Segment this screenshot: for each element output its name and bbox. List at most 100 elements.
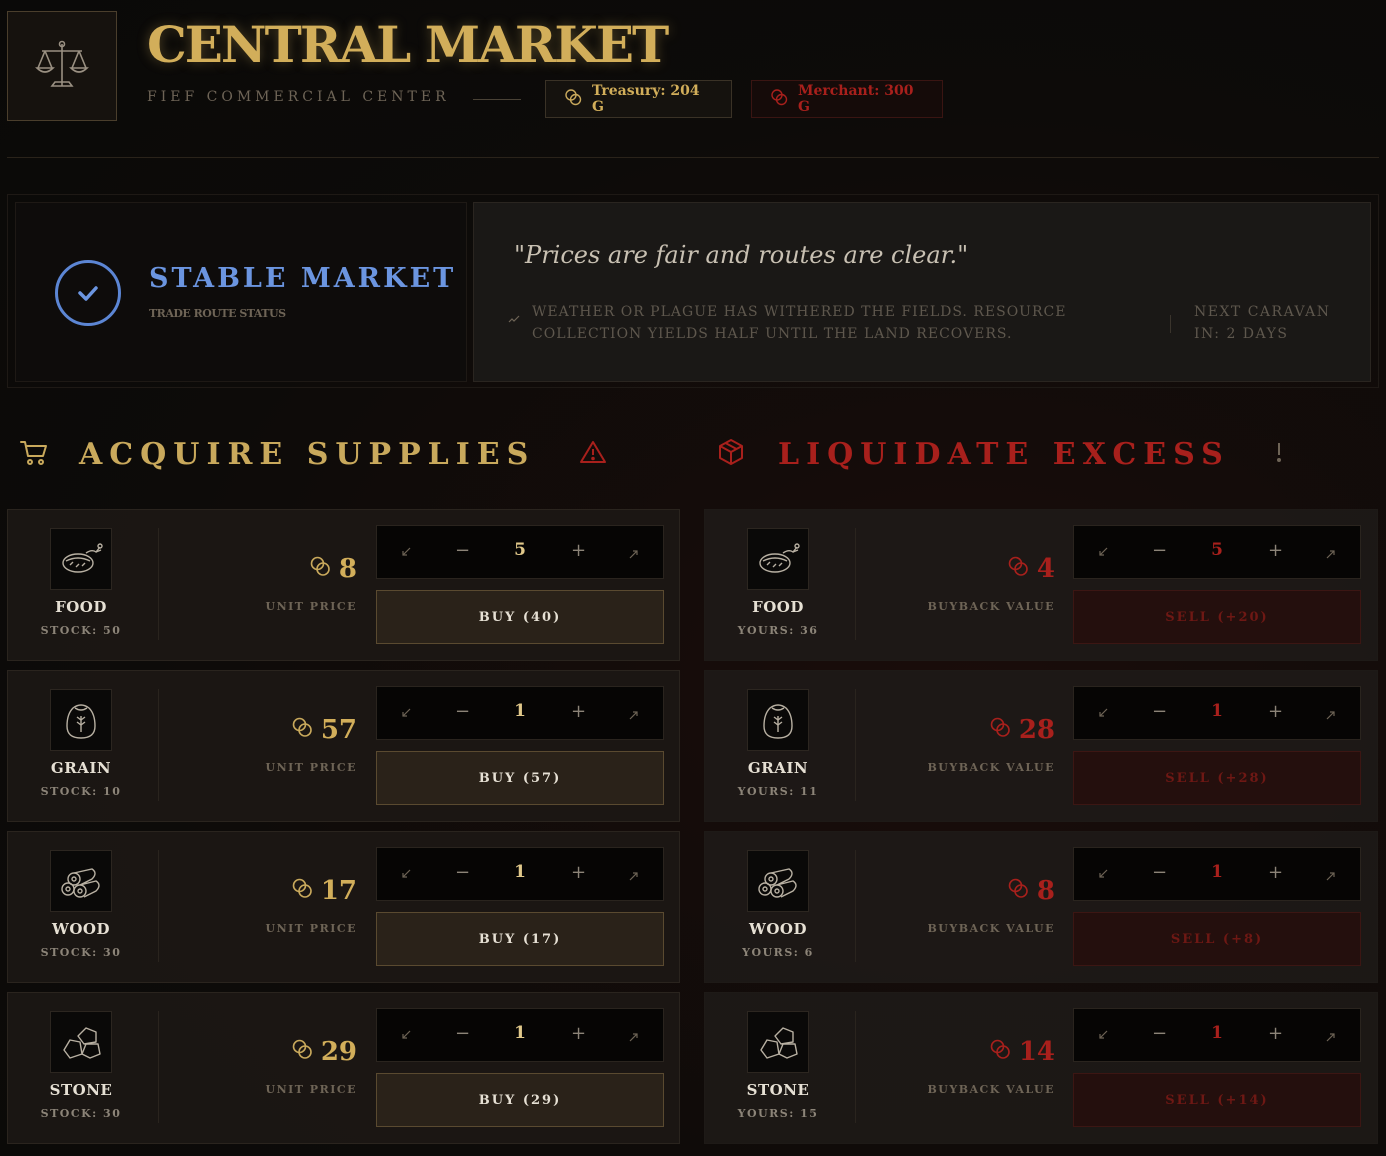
resource-name: GRAIN	[50, 759, 112, 777]
price: 28	[989, 715, 1055, 745]
max-quantity-button[interactable]	[629, 1026, 641, 1047]
decrease-button[interactable]: −	[455, 540, 470, 561]
price-value: 57	[320, 715, 357, 745]
increase-button[interactable]: +	[571, 862, 586, 883]
market-news-card: "Prices are fair and routes are clear." …	[473, 202, 1371, 382]
wood-icon	[747, 850, 809, 912]
buy-button[interactable]: BUY (29)	[376, 1073, 664, 1127]
decrease-button[interactable]: −	[455, 1023, 470, 1044]
coins-icon	[291, 876, 313, 906]
max-quantity-button[interactable]	[629, 543, 641, 564]
coins-icon	[291, 1037, 313, 1067]
sell-row-stone: STONE YOURS: 15 14 BUYBACK VALUE − 1 + SELL (+1…	[704, 992, 1378, 1144]
caravan-timer: NEXT CARAVAN IN: 2 DAYS	[1194, 301, 1331, 345]
max-quantity-button[interactable]	[1326, 865, 1338, 886]
buy-row-food: FOOD STOCK: 50 8 UNIT PRICE − 5 + BUY (40)	[7, 509, 680, 661]
increase-button[interactable]: +	[1268, 862, 1283, 883]
resource-name: STONE	[746, 1081, 810, 1099]
quantity-stepper: − 1 +	[376, 847, 664, 901]
price-value: 8	[1036, 876, 1055, 906]
increase-button[interactable]: +	[1268, 540, 1283, 561]
min-quantity-button[interactable]	[1096, 543, 1108, 564]
quantity-stepper: − 5 +	[1073, 525, 1361, 579]
price: 14	[989, 1037, 1055, 1067]
decrease-button[interactable]: −	[1152, 540, 1167, 561]
quantity-value[interactable]: 1	[1202, 701, 1232, 721]
min-quantity-button[interactable]	[1096, 1026, 1108, 1047]
resource-stock: YOURS: 11	[737, 785, 819, 798]
market-event: WEATHER OR PLAGUE HAS WITHERED THE FIELD…	[532, 304, 1067, 342]
resource-stock: YOURS: 6	[742, 946, 814, 959]
scales-icon	[7, 11, 117, 121]
market-status-panel: STABLE MARKET TRADE ROUTE STATUS "Prices…	[7, 194, 1379, 388]
increase-button[interactable]: +	[571, 701, 586, 722]
min-quantity-button[interactable]	[399, 543, 411, 564]
price-label: UNIT PRICE	[265, 922, 357, 935]
cart-icon	[19, 437, 49, 471]
increase-button[interactable]: +	[1268, 1023, 1283, 1044]
sell-row-grain: GRAIN YOURS: 11 28 BUYBACK VALUE − 1 + SELL (+2…	[704, 670, 1378, 822]
stone-icon	[747, 1011, 809, 1073]
coins-icon	[1007, 876, 1029, 906]
acquire-title: ACQUIRE SUPPLIES	[79, 436, 536, 472]
increase-button[interactable]: +	[571, 1023, 586, 1044]
buy-button[interactable]: BUY (17)	[376, 912, 664, 966]
max-quantity-button[interactable]	[1326, 1026, 1338, 1047]
check-circle-icon	[55, 260, 121, 326]
price-label: BUYBACK VALUE	[927, 1083, 1055, 1096]
quantity-value[interactable]: 1	[1202, 862, 1232, 882]
decrease-button[interactable]: −	[1152, 862, 1167, 883]
treasury-label: Treasury: 204 G	[592, 83, 700, 115]
quantity-value[interactable]: 1	[505, 701, 535, 721]
increase-button[interactable]: +	[1268, 701, 1283, 722]
max-quantity-button[interactable]	[1326, 704, 1338, 725]
sell-button[interactable]: SELL (+20)	[1073, 590, 1361, 644]
quantity-value[interactable]: 1	[505, 1023, 535, 1043]
event-divider	[1170, 315, 1171, 333]
decrease-button[interactable]: −	[455, 701, 470, 722]
quantity-value[interactable]: 5	[1202, 540, 1232, 560]
min-quantity-button[interactable]	[1096, 704, 1108, 725]
quantity-value[interactable]: 1	[1202, 1023, 1232, 1043]
sell-row-food: FOOD YOURS: 36 4 BUYBACK VALUE − 5 + SELL (+20)	[704, 509, 1378, 661]
quantity-stepper: − 1 +	[1073, 847, 1361, 901]
merchant-label: Merchant: 300 G	[798, 83, 914, 115]
sell-button[interactable]: SELL (+14)	[1073, 1073, 1361, 1127]
subtitle-divider	[473, 99, 521, 100]
quantity-value[interactable]: 5	[505, 540, 535, 560]
quantity-stepper: − 1 +	[376, 1008, 664, 1062]
sell-button[interactable]: SELL (+28)	[1073, 751, 1361, 805]
row-divider	[158, 1011, 159, 1123]
resource-name: GRAIN	[747, 759, 809, 777]
grain-icon	[50, 689, 112, 751]
price: 8	[309, 554, 357, 584]
max-quantity-button[interactable]	[629, 704, 641, 725]
price-label: UNIT PRICE	[265, 1083, 357, 1096]
status-card: STABLE MARKET TRADE ROUTE STATUS	[15, 202, 467, 382]
price-label: UNIT PRICE	[265, 600, 357, 613]
decrease-button[interactable]: −	[1152, 1023, 1167, 1044]
buy-button[interactable]: BUY (40)	[376, 590, 664, 644]
min-quantity-button[interactable]	[399, 704, 411, 725]
acquire-section-header: ACQUIRE SUPPLIES	[19, 432, 607, 476]
min-quantity-button[interactable]	[399, 1026, 411, 1047]
increase-button[interactable]: +	[571, 540, 586, 561]
sell-button[interactable]: SELL (+8)	[1073, 912, 1361, 966]
decrease-button[interactable]: −	[455, 862, 470, 883]
decrease-button[interactable]: −	[1152, 701, 1167, 722]
min-quantity-button[interactable]	[1096, 865, 1108, 886]
quantity-value[interactable]: 1	[505, 862, 535, 882]
wood-icon	[50, 850, 112, 912]
price-value: 17	[320, 876, 357, 906]
resource-stock: STOCK: 30	[40, 946, 122, 959]
max-quantity-button[interactable]	[1326, 543, 1338, 564]
price-label: BUYBACK VALUE	[927, 761, 1055, 774]
max-quantity-button[interactable]	[629, 865, 641, 886]
coins-icon	[989, 1037, 1011, 1067]
box-icon	[716, 437, 746, 471]
price: 57	[291, 715, 357, 745]
liquidate-title: LIQUIDATE EXCESS	[778, 436, 1230, 472]
price: 4	[1007, 554, 1055, 584]
min-quantity-button[interactable]	[399, 865, 411, 886]
buy-button[interactable]: BUY (57)	[376, 751, 664, 805]
